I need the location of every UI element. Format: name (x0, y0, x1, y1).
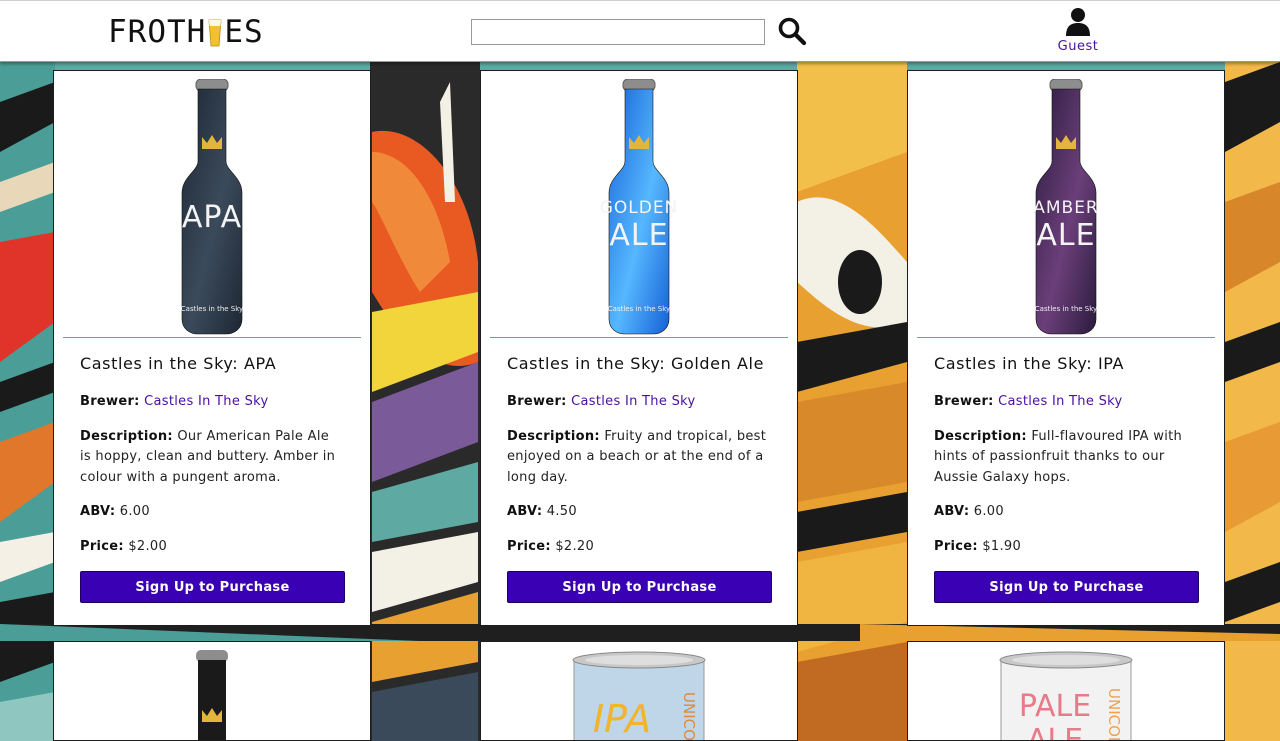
beer-bottle-illustration: AMBERALE Castles in the Sky (1033, 79, 1099, 335)
brewer-label: Brewer: (507, 394, 567, 409)
logo-text-left: FROTH (108, 14, 207, 50)
abv-value: 6.00 (119, 504, 150, 519)
product-image: PALE ALE UNICOR (908, 642, 1224, 741)
description-row: Description: Full-flavoured IPA with hin… (934, 427, 1198, 489)
brand-mark-text: Castles in the Sky (181, 305, 243, 313)
description-label: Description: (80, 428, 173, 444)
product-title: Castles in the Sky: IPA (934, 354, 1125, 373)
brewer-label: Brewer: (934, 394, 994, 409)
bottle-label-text: ALE (1036, 218, 1095, 253)
beer-bottle-illustration (196, 650, 228, 740)
brewer-link[interactable]: Castles In The Sky (144, 394, 268, 409)
brand-mark-text: Castles in the Sky (608, 305, 670, 313)
brewer-row: Brewer: Castles In The Sky (934, 392, 1198, 413)
logo-text-right: ES (224, 14, 264, 50)
search-input[interactable] (471, 19, 765, 45)
abv-row: ABV: 6.00 (80, 502, 344, 523)
description-row: Description: Our American Pale Ale is ho… (80, 427, 344, 489)
product-title: Castles in the Sky: Golden Ale (507, 354, 765, 373)
abv-value: 4.50 (546, 504, 577, 519)
user-name: Guest (1057, 39, 1099, 54)
search-button[interactable] (777, 16, 807, 46)
abv-row: ABV: 4.50 (507, 502, 771, 523)
abv-label: ABV: (934, 504, 970, 519)
price-row: Price: $2.20 (507, 537, 771, 558)
abv-label: ABV: (507, 504, 543, 519)
product-image: APA Castles in the Sky (54, 71, 370, 337)
price-value: $1.90 (982, 538, 1022, 554)
price-row: Price: $2.00 (80, 537, 344, 558)
bottle-label-text: GOLDEN (600, 198, 679, 218)
product-card: PALE ALE UNICOR (907, 641, 1225, 741)
price-label: Price: (507, 538, 551, 554)
sign-up-to-purchase-button[interactable]: Sign Up to Purchase (934, 571, 1199, 603)
product-card (53, 641, 371, 741)
bottle-label-text: AMBER (1033, 198, 1099, 218)
product-card: AMBER ALE Castles in the Sky Castles in th… (907, 70, 1225, 626)
price-value: $2.20 (555, 538, 595, 554)
top-navbar: FROTH ES Guest (0, 0, 1280, 62)
search-icon (778, 17, 807, 46)
product-card: IPA UNICO (480, 641, 798, 741)
beer-can-illustration: IPA UNICO (572, 651, 706, 741)
can-label-text: PALE (1019, 689, 1091, 724)
price-label: Price: (80, 538, 124, 554)
abv-value: 6.00 (973, 504, 1004, 519)
description-row: Description: Fruity and tropical, best e… (507, 427, 771, 489)
brewer-link[interactable]: Castles In The Sky (571, 394, 695, 409)
price-label: Price: (934, 538, 978, 554)
product-card: APA Castles in the Sky Castles in the Sky… (53, 70, 371, 626)
abv-label: ABV: (80, 504, 116, 519)
product-title: Castles in the Sky: APA (80, 354, 277, 373)
frothies-logo[interactable]: FROTH ES (108, 14, 264, 50)
product-image: GOLDEN ALE Castles in the Sky (481, 71, 797, 337)
brand-mark-text: Castles in the Sky (1035, 305, 1097, 313)
price-row: Price: $1.90 (934, 537, 1198, 558)
brewer-label: Brewer: (80, 394, 140, 409)
sign-up-to-purchase-button[interactable]: Sign Up to Purchase (80, 571, 345, 603)
price-value: $2.00 (128, 538, 168, 554)
can-label-text: UNICO (680, 692, 698, 741)
can-label-text: UNICOR (1105, 688, 1123, 741)
brewer-row: Brewer: Castles In The Sky (80, 392, 344, 413)
beer-glass-icon (208, 17, 222, 47)
bottle-label-text: ALE (609, 218, 668, 253)
user-icon (1066, 8, 1090, 36)
bottle-label-text: APA (182, 200, 242, 235)
user-menu[interactable]: Guest (1052, 7, 1104, 57)
beer-can-illustration: PALEALE UNICOR (999, 651, 1133, 741)
product-image: AMBER ALE Castles in the Sky (908, 71, 1224, 337)
brewer-link[interactable]: Castles In The Sky (998, 394, 1122, 409)
abv-row: ABV: 6.00 (934, 502, 1198, 523)
product-image: IPA UNICO (481, 642, 797, 741)
product-image (54, 642, 370, 740)
description-label: Description: (934, 428, 1027, 444)
beer-bottle-illustration: APA Castles in the Sky (181, 79, 243, 335)
product-card: GOLDEN ALE Castles in the Sky Castles in t… (480, 70, 798, 626)
brewer-row: Brewer: Castles In The Sky (507, 392, 771, 413)
description-label: Description: (507, 428, 600, 444)
can-label-text: IPA (593, 697, 651, 741)
beer-bottle-illustration: GOLDENALE Castles in the Sky (600, 79, 679, 335)
sign-up-to-purchase-button[interactable]: Sign Up to Purchase (507, 571, 772, 603)
can-label-text: ALE (1027, 723, 1083, 741)
